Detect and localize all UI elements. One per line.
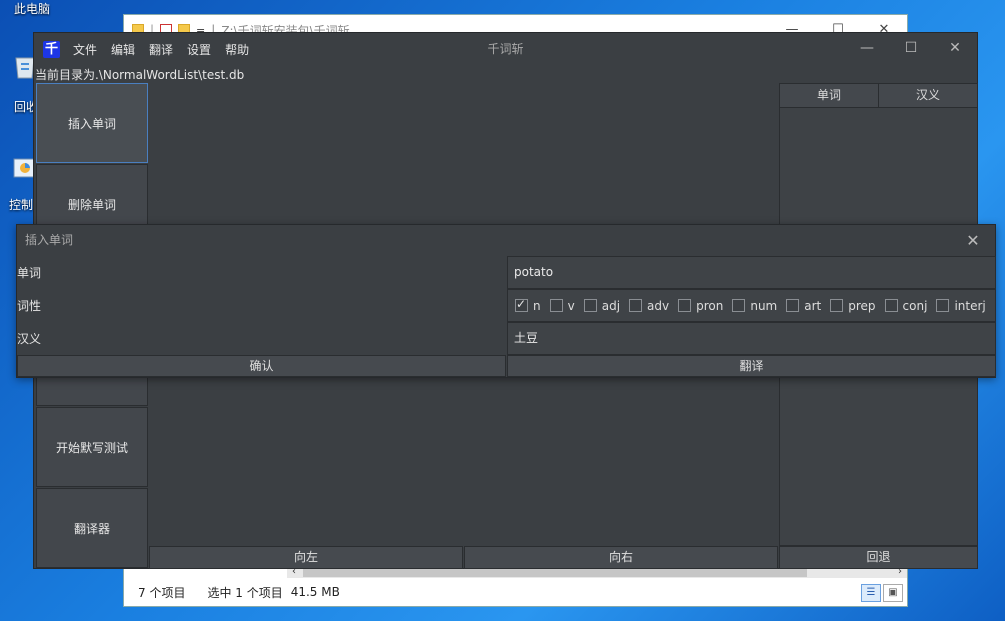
close-button[interactable]: ✕ [933, 33, 977, 65]
meaning-label: 汉义 [17, 332, 42, 346]
pos-checkbox-interj[interactable]: interj [936, 299, 986, 313]
minimize-button[interactable]: — [845, 33, 889, 65]
pos-checkbox-group: n v adj adv pron num art prep conj inter… [507, 289, 996, 322]
menu-file[interactable]: 文件 [66, 41, 104, 58]
pos-checkbox-conj[interactable]: conj [884, 299, 927, 313]
insert-word-button[interactable]: 插入单词 [36, 83, 148, 163]
pos-checkbox-art[interactable]: art [786, 299, 821, 313]
insert-word-dialog: 插入单词 ✕ 单词 词性 汉义 potato n v adj adv pron … [16, 224, 996, 378]
details-view-icon[interactable]: ☰ [861, 584, 881, 602]
selected-size: 41.5 MB [290, 585, 340, 599]
checkbox-icon[interactable] [830, 299, 844, 312]
menu-bar: 文件 编辑 翻译 设置 帮助 [66, 41, 256, 58]
pos-checkbox-v[interactable]: v [549, 299, 575, 313]
next-button[interactable]: 向右 [464, 546, 778, 569]
menu-translate[interactable]: 翻译 [142, 41, 180, 58]
app-logo-icon: 千 [43, 40, 60, 58]
pos-checkbox-adv[interactable]: adv [629, 299, 669, 313]
dialog-close-icon[interactable]: ✕ [959, 225, 987, 256]
selected-count: 选中 1 个项目 [207, 585, 283, 600]
confirm-button[interactable]: 确认 [17, 355, 506, 377]
explorer-statusbar: 7 个项目 选中 1 个项目 41.5 MB [124, 578, 907, 606]
maximize-button[interactable]: ☐ [889, 33, 933, 65]
checkbox-icon[interactable] [936, 299, 950, 312]
dialog-title: 插入单词 [25, 233, 74, 247]
pos-checkbox-pron[interactable]: pron [678, 299, 723, 313]
pos-checkbox-adj[interactable]: adj [583, 299, 620, 313]
app-titlebar: 千 文件 编辑 翻译 设置 帮助 [34, 33, 977, 65]
checkbox-icon[interactable] [549, 299, 563, 312]
checkbox-icon[interactable] [583, 299, 597, 312]
checkbox-icon[interactable] [678, 299, 692, 312]
pos-checkbox-num[interactable]: num [732, 299, 777, 313]
item-count: 7 个项目 [138, 585, 186, 600]
checkbox-icon[interactable] [786, 299, 800, 312]
large-icons-view-icon[interactable]: ▣ [883, 584, 903, 602]
column-header-meaning[interactable]: 汉义 [878, 83, 978, 108]
menu-settings[interactable]: 设置 [180, 41, 218, 58]
menu-help[interactable]: 帮助 [218, 41, 256, 58]
word-input[interactable]: potato [507, 256, 996, 289]
pos-checkbox-prep[interactable]: prep [830, 299, 876, 313]
column-header-word[interactable]: 单词 [779, 83, 879, 108]
checkbox-checked-icon[interactable] [515, 297, 528, 312]
desktop-label-this-pc[interactable]: 此电脑 [14, 0, 50, 17]
checkbox-icon[interactable] [884, 299, 898, 312]
translator-button[interactable]: 翻译器 [36, 488, 148, 568]
current-directory: 当前目录为.\NormalWordList\test.db [35, 68, 245, 82]
pos-label: 词性 [17, 299, 42, 313]
checkbox-icon[interactable] [732, 299, 746, 312]
word-label: 单词 [17, 266, 42, 280]
pos-checkbox-n[interactable]: n [515, 297, 541, 313]
undo-button[interactable]: 回退 [779, 546, 978, 569]
checkbox-icon[interactable] [629, 299, 643, 312]
meaning-input[interactable]: 土豆 [507, 322, 996, 355]
start-dictation-button[interactable]: 开始默写测试 [36, 407, 148, 487]
desktop-label-control-panel[interactable]: 控制 [9, 196, 33, 213]
menu-edit[interactable]: 编辑 [104, 41, 142, 58]
prev-button[interactable]: 向左 [149, 546, 463, 569]
translate-button[interactable]: 翻译 [507, 355, 996, 377]
